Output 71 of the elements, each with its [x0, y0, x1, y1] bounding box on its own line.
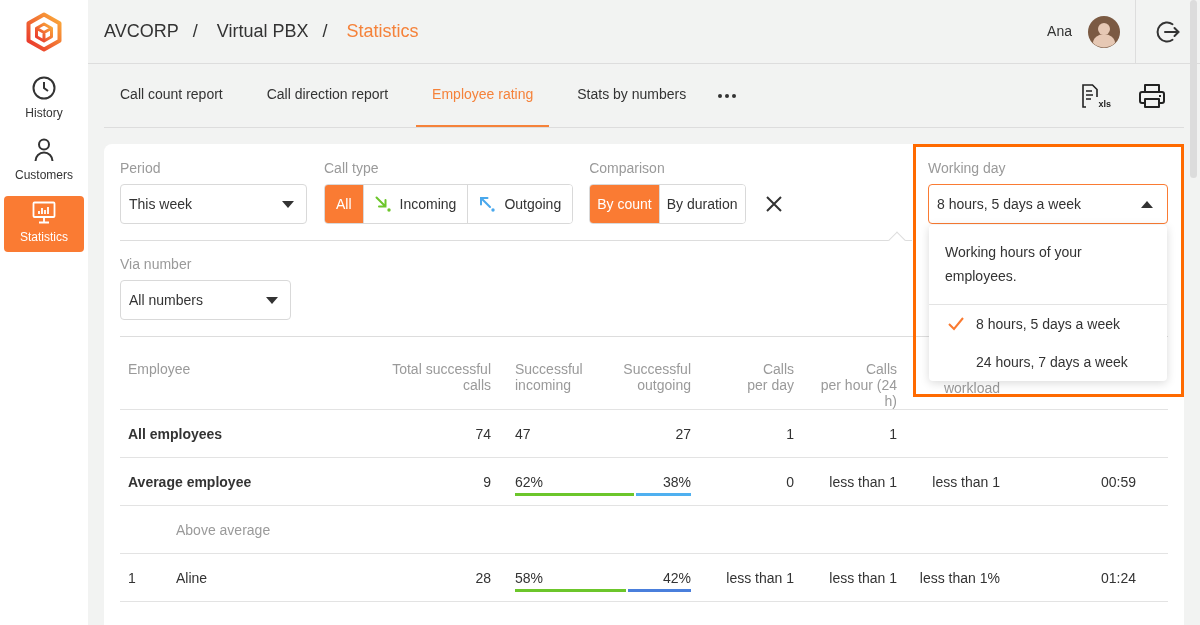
column-header: Calls per day — [747, 361, 794, 393]
employee-name: Aline — [176, 568, 208, 588]
dropdown-option[interactable]: 24 hours, 7 days a week — [929, 343, 1167, 381]
table-cell-text: 47 — [515, 425, 531, 444]
table-cell-text: 1 — [889, 424, 897, 444]
working-day-dropdown[interactable]: 8 hours, 5 days a week — [928, 184, 1168, 224]
incoming-arrow-icon — [374, 196, 391, 212]
tab[interactable]: Call direction report — [250, 64, 405, 127]
dropdown-description: Working hours of your employees. — [929, 225, 1167, 305]
document-icon — [1082, 83, 1099, 108]
column-header: workload — [943, 380, 1000, 396]
table-cell-text: 62% — [515, 473, 544, 492]
segment-option[interactable]: Outgoing — [467, 185, 573, 223]
column-header: Calls per hour (24 h) — [820, 361, 897, 409]
dropdown-option[interactable]: 8 hours, 5 days a week — [929, 305, 1167, 343]
column-header: Employee — [128, 361, 191, 377]
breadcrumb-separator: / — [322, 20, 328, 43]
column-header: Successful outgoing — [623, 361, 691, 393]
user-name: Ana — [1047, 22, 1072, 41]
breadcrumb-separator: / — [192, 20, 198, 43]
table-cell-text: less than 1% — [919, 568, 1000, 588]
field-label: Comparison — [589, 159, 665, 178]
breadcrumb-item[interactable]: AVCORP — [104, 18, 179, 45]
field-label: Call type — [324, 159, 379, 178]
field-label: Period — [120, 159, 161, 178]
person-icon — [32, 138, 56, 162]
tab[interactable]: Call count report — [104, 64, 239, 127]
period-dropdown[interactable]: This week — [120, 184, 307, 224]
close-icon[interactable] — [765, 196, 782, 212]
table-cell-text: 00:59 — [1100, 472, 1136, 492]
segment-option[interactable]: By duration — [658, 185, 745, 223]
breadcrumb-item: Statistics — [346, 20, 419, 43]
monitor-chart-icon — [32, 200, 56, 224]
table-cell-text: 9 — [483, 472, 491, 492]
clock-icon — [32, 76, 56, 100]
print-icon[interactable] — [1139, 83, 1165, 108]
table-cell-text: 28 — [475, 568, 491, 588]
logo-icon — [24, 12, 64, 52]
outgoing-arrow-icon — [479, 196, 496, 212]
field-label: Working day — [928, 159, 1006, 178]
table-cell-text: 27 — [675, 425, 691, 444]
caret-down-icon — [282, 200, 294, 208]
export-button[interactable]: xls — [1080, 75, 1113, 116]
tab[interactable]: Stats by numbers — [561, 64, 703, 127]
more-icon[interactable] — [718, 93, 737, 98]
table-cell-text: 42% — [662, 569, 691, 588]
column-header: Successful incoming — [515, 361, 583, 393]
sidebar-item[interactable]: Customers — [4, 134, 84, 190]
avatar[interactable] — [1088, 15, 1120, 48]
row-label: All employees — [128, 424, 223, 444]
rank-cell-text: 1 — [128, 568, 137, 588]
table-cell-text: less than 1 — [829, 472, 897, 492]
table-cell-text: 38% — [662, 473, 691, 492]
sidebar-item[interactable]: History — [4, 72, 84, 128]
table-cell-text: 58% — [515, 569, 544, 588]
table-cell-text: 1 — [786, 424, 794, 444]
field-label: Via number — [120, 255, 192, 274]
via-number-dropdown[interactable]: All numbers — [120, 280, 291, 320]
caret-down-icon — [266, 296, 278, 304]
table-cell-text: less than 1 — [726, 568, 794, 588]
table-cell-text: less than 1 — [829, 568, 897, 588]
breadcrumb-item[interactable]: Virtual PBX — [216, 18, 309, 45]
table-cell-text: 74 — [475, 424, 491, 444]
row-label: Average employee — [128, 472, 252, 492]
table-cell-text: 0 — [786, 472, 794, 492]
column-header: Total successful calls — [392, 361, 491, 393]
table-cell-text: 01:24 — [1100, 568, 1136, 588]
caret-up-icon — [1141, 200, 1153, 208]
table-cell-text: less than 1 — [932, 472, 1000, 492]
group-label: Above average — [175, 520, 272, 540]
logout-icon[interactable] — [1156, 19, 1180, 44]
